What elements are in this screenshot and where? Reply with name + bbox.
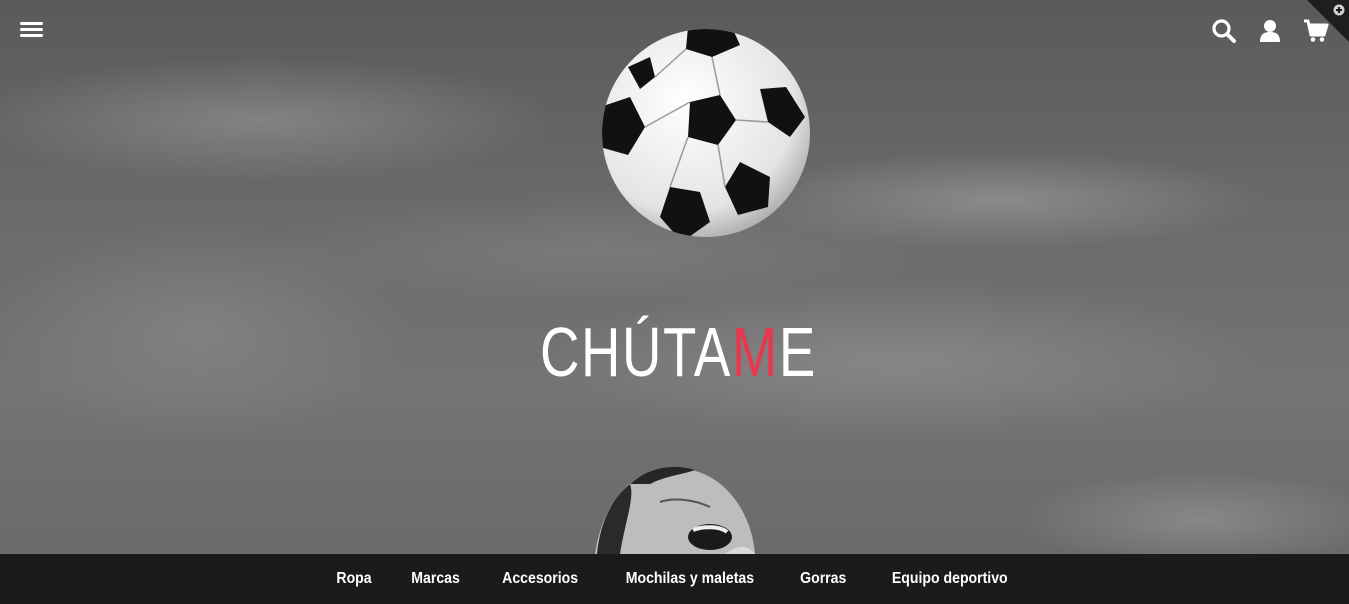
main-nav: Ropa Marcas Accesorios Mochilas y maleta… (0, 554, 1349, 604)
logo-text-accent: M (731, 313, 779, 391)
nav-item-equipo-deportivo[interactable]: Equipo deportivo (877, 570, 1023, 588)
hero-banner: CHÚTAME (0, 0, 1349, 554)
brand-logo[interactable]: CHÚTAME (540, 312, 815, 392)
search-icon[interactable] (1211, 18, 1237, 44)
user-icon[interactable] (1257, 18, 1283, 44)
player-head-image (595, 466, 755, 554)
logo-text-main: CHÚTA (540, 313, 732, 391)
soccer-ball-image (602, 29, 810, 237)
nav-item-accesorios[interactable]: Accesorios (487, 570, 593, 588)
plus-icon[interactable] (1307, 0, 1349, 42)
nav-item-gorras[interactable]: Gorras (785, 570, 861, 588)
nav-item-ropa[interactable]: Ropa (321, 570, 386, 588)
logo-text-end: E (778, 313, 817, 391)
nav-item-mochilas-y-maletas[interactable]: Mochilas y maletas (611, 570, 769, 588)
menu-icon[interactable] (20, 20, 44, 38)
nav-item-marcas[interactable]: Marcas (396, 570, 474, 588)
